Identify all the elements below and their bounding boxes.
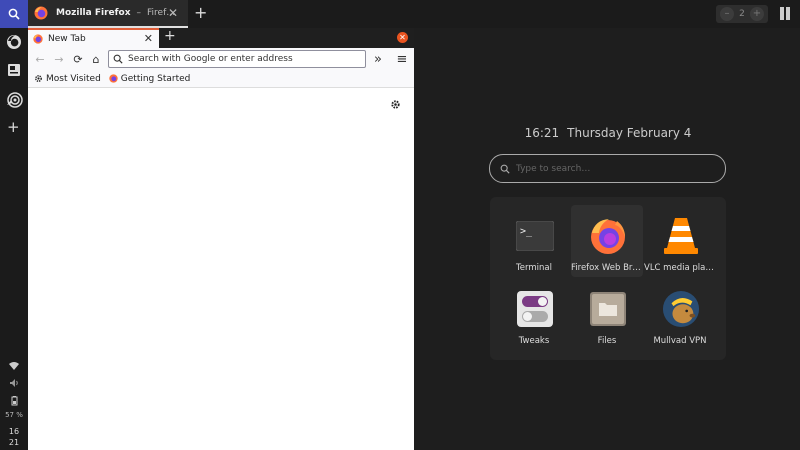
app-terminal[interactable]: >_ Terminal bbox=[498, 205, 570, 277]
launcher-search[interactable] bbox=[489, 154, 726, 183]
forward-button[interactable]: → bbox=[51, 51, 67, 67]
search-icon bbox=[113, 54, 123, 64]
window-title: Mozilla Firefox bbox=[56, 8, 131, 18]
battery-icon[interactable] bbox=[0, 396, 28, 408]
dock-firefox[interactable] bbox=[4, 32, 24, 52]
targeting-icon bbox=[7, 92, 23, 108]
app-label: VLC media player bbox=[644, 263, 716, 273]
launcher-search-input[interactable] bbox=[516, 163, 706, 174]
firefox-tab-strip: New Tab ✕ + ✕ bbox=[28, 28, 414, 48]
volume-icon[interactable] bbox=[0, 379, 28, 389]
add-app-button[interactable]: + bbox=[7, 118, 20, 136]
clock-minute: 21 bbox=[8, 438, 20, 447]
app-label: Tweaks bbox=[518, 336, 550, 346]
page-content bbox=[28, 88, 414, 450]
title-separator: – bbox=[136, 8, 142, 18]
navigation-toolbar: ← → ⟳ ⌂ » ≡ bbox=[28, 48, 414, 70]
back-button[interactable]: ← bbox=[32, 51, 48, 67]
clock-hour: 16 bbox=[8, 427, 20, 436]
app-mullvad[interactable]: Mullvad VPN bbox=[644, 278, 716, 350]
tile-layout-icon[interactable] bbox=[780, 7, 790, 20]
vlc-icon bbox=[664, 218, 698, 254]
firefox-icon bbox=[109, 74, 118, 83]
new-window-button[interactable]: + bbox=[194, 3, 207, 22]
svg-text:>_: >_ bbox=[520, 226, 533, 237]
dock-clock[interactable]: 16 21 bbox=[0, 426, 28, 448]
app-label: Files bbox=[597, 336, 617, 346]
firefox-window: New Tab ✕ + ✕ ← → ⟳ ⌂ » ≡ Most Visited G… bbox=[28, 28, 414, 450]
wifi-icon[interactable] bbox=[0, 362, 28, 372]
bookmark-getting-started[interactable]: Getting Started bbox=[109, 73, 191, 84]
workspace-next-button[interactable]: + bbox=[749, 7, 764, 21]
firefox-icon bbox=[7, 35, 21, 49]
launcher-time: 16:21 bbox=[524, 126, 560, 140]
battery-percent: 57 % bbox=[5, 411, 23, 419]
launcher-date: Thursday February 4 bbox=[567, 126, 692, 140]
mullvad-icon bbox=[662, 290, 700, 328]
firefox-icon bbox=[591, 219, 625, 254]
overflow-button[interactable]: » bbox=[370, 51, 386, 67]
tab-title: New Tab bbox=[48, 34, 86, 44]
launcher-datetime: 16:21 Thursday February 4 bbox=[490, 126, 726, 140]
gear-icon[interactable] bbox=[390, 99, 401, 110]
workspace-number: 2 bbox=[739, 9, 745, 19]
new-tab-button[interactable]: + bbox=[164, 28, 176, 44]
app-vlc[interactable]: VLC media player bbox=[644, 205, 716, 277]
bookmark-most-visited[interactable]: Most Visited bbox=[34, 74, 101, 84]
url-bar[interactable] bbox=[108, 50, 366, 68]
search-icon bbox=[8, 8, 20, 20]
url-input[interactable] bbox=[128, 54, 358, 64]
files-icon bbox=[590, 292, 626, 326]
close-window-button[interactable]: ✕ bbox=[397, 32, 408, 43]
firefox-icon bbox=[33, 34, 43, 44]
home-button[interactable]: ⌂ bbox=[88, 51, 104, 67]
dock-targeting[interactable] bbox=[4, 90, 24, 110]
app-label: Mullvad VPN bbox=[653, 336, 707, 346]
dock-software-updater[interactable] bbox=[4, 60, 24, 80]
software-updater-icon bbox=[8, 64, 20, 76]
menu-button[interactable]: ≡ bbox=[394, 51, 410, 67]
window-tab-firefox[interactable]: Mozilla Firefox – Firef… ✕ bbox=[28, 0, 188, 28]
firefox-icon bbox=[34, 6, 48, 20]
bookmark-label: Most Visited bbox=[46, 73, 101, 84]
app-grid: >_ Terminal Firefox Web Browser VLC medi… bbox=[490, 197, 726, 360]
top-bar: Mozilla Firefox – Firef… ✕ + – 2 + bbox=[0, 0, 800, 28]
app-firefox[interactable]: Firefox Web Browser bbox=[571, 205, 643, 277]
app-label: Firefox Web Browser bbox=[571, 263, 643, 273]
terminal-icon: >_ bbox=[516, 221, 554, 251]
gear-icon bbox=[35, 75, 42, 82]
window-tab-close-button[interactable]: ✕ bbox=[168, 6, 178, 20]
reload-button[interactable]: ⟳ bbox=[70, 51, 86, 67]
app-label: Terminal bbox=[516, 263, 552, 273]
dock: + 57 % 16 21 bbox=[0, 28, 28, 450]
app-tweaks[interactable]: Tweaks bbox=[498, 278, 570, 350]
launcher-search-button[interactable] bbox=[0, 0, 28, 28]
workspace-switcher: – 2 + bbox=[716, 5, 768, 23]
bookmark-label: Getting Started bbox=[120, 73, 191, 84]
tab-new-tab[interactable]: New Tab ✕ bbox=[28, 28, 159, 48]
workspace-prev-button[interactable]: – bbox=[720, 7, 734, 21]
tab-close-button[interactable]: ✕ bbox=[144, 32, 153, 45]
tweaks-icon bbox=[517, 291, 553, 327]
app-files[interactable]: Files bbox=[571, 278, 643, 350]
search-icon bbox=[500, 164, 510, 174]
bookmarks-toolbar: Most Visited Getting Started bbox=[28, 70, 414, 88]
